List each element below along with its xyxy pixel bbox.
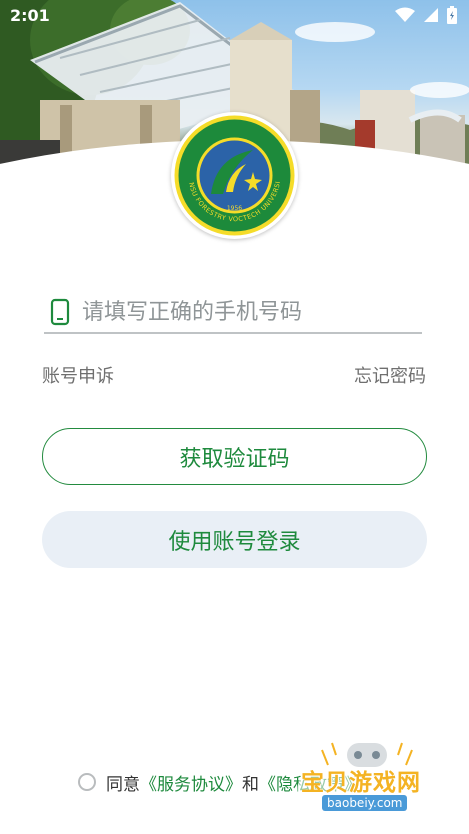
account-login-button[interactable]: 使用账号登录 bbox=[42, 511, 427, 568]
status-icons bbox=[395, 6, 457, 24]
phone-input[interactable] bbox=[82, 296, 412, 328]
get-code-button[interactable]: 获取验证码 bbox=[42, 428, 427, 485]
watermark-text: 宝贝游戏网 bbox=[301, 770, 421, 796]
agreement-prefix: 同意 bbox=[106, 774, 140, 795]
university-logo: 1956 GANSU FORESTRY VOCTECH UNIVERSITY bbox=[168, 106, 298, 239]
agreement-and: 和 bbox=[242, 774, 259, 795]
watermark-url: baobeiy.com bbox=[322, 795, 408, 811]
forgot-password-link[interactable]: 忘记密码 bbox=[354, 362, 426, 388]
phone-field bbox=[44, 292, 422, 334]
status-bar: 2:01 bbox=[0, 0, 469, 32]
agreement-radio[interactable] bbox=[78, 773, 96, 791]
service-agreement-link[interactable]: 《服务协议》 bbox=[140, 770, 242, 795]
wifi-icon bbox=[395, 7, 415, 22]
account-login-label: 使用账号登录 bbox=[168, 529, 301, 555]
signal-icon bbox=[424, 8, 438, 22]
status-time: 2:01 bbox=[10, 6, 50, 25]
logo-year: 1956 bbox=[227, 205, 242, 212]
battery-icon bbox=[447, 6, 457, 24]
university-emblem-icon: 1956 GANSU FORESTRY VOCTECH UNIVERSITY bbox=[168, 106, 295, 236]
get-code-label: 获取验证码 bbox=[179, 446, 290, 472]
account-appeal-link[interactable]: 账号申诉 bbox=[42, 362, 114, 388]
phone-icon bbox=[50, 298, 70, 326]
